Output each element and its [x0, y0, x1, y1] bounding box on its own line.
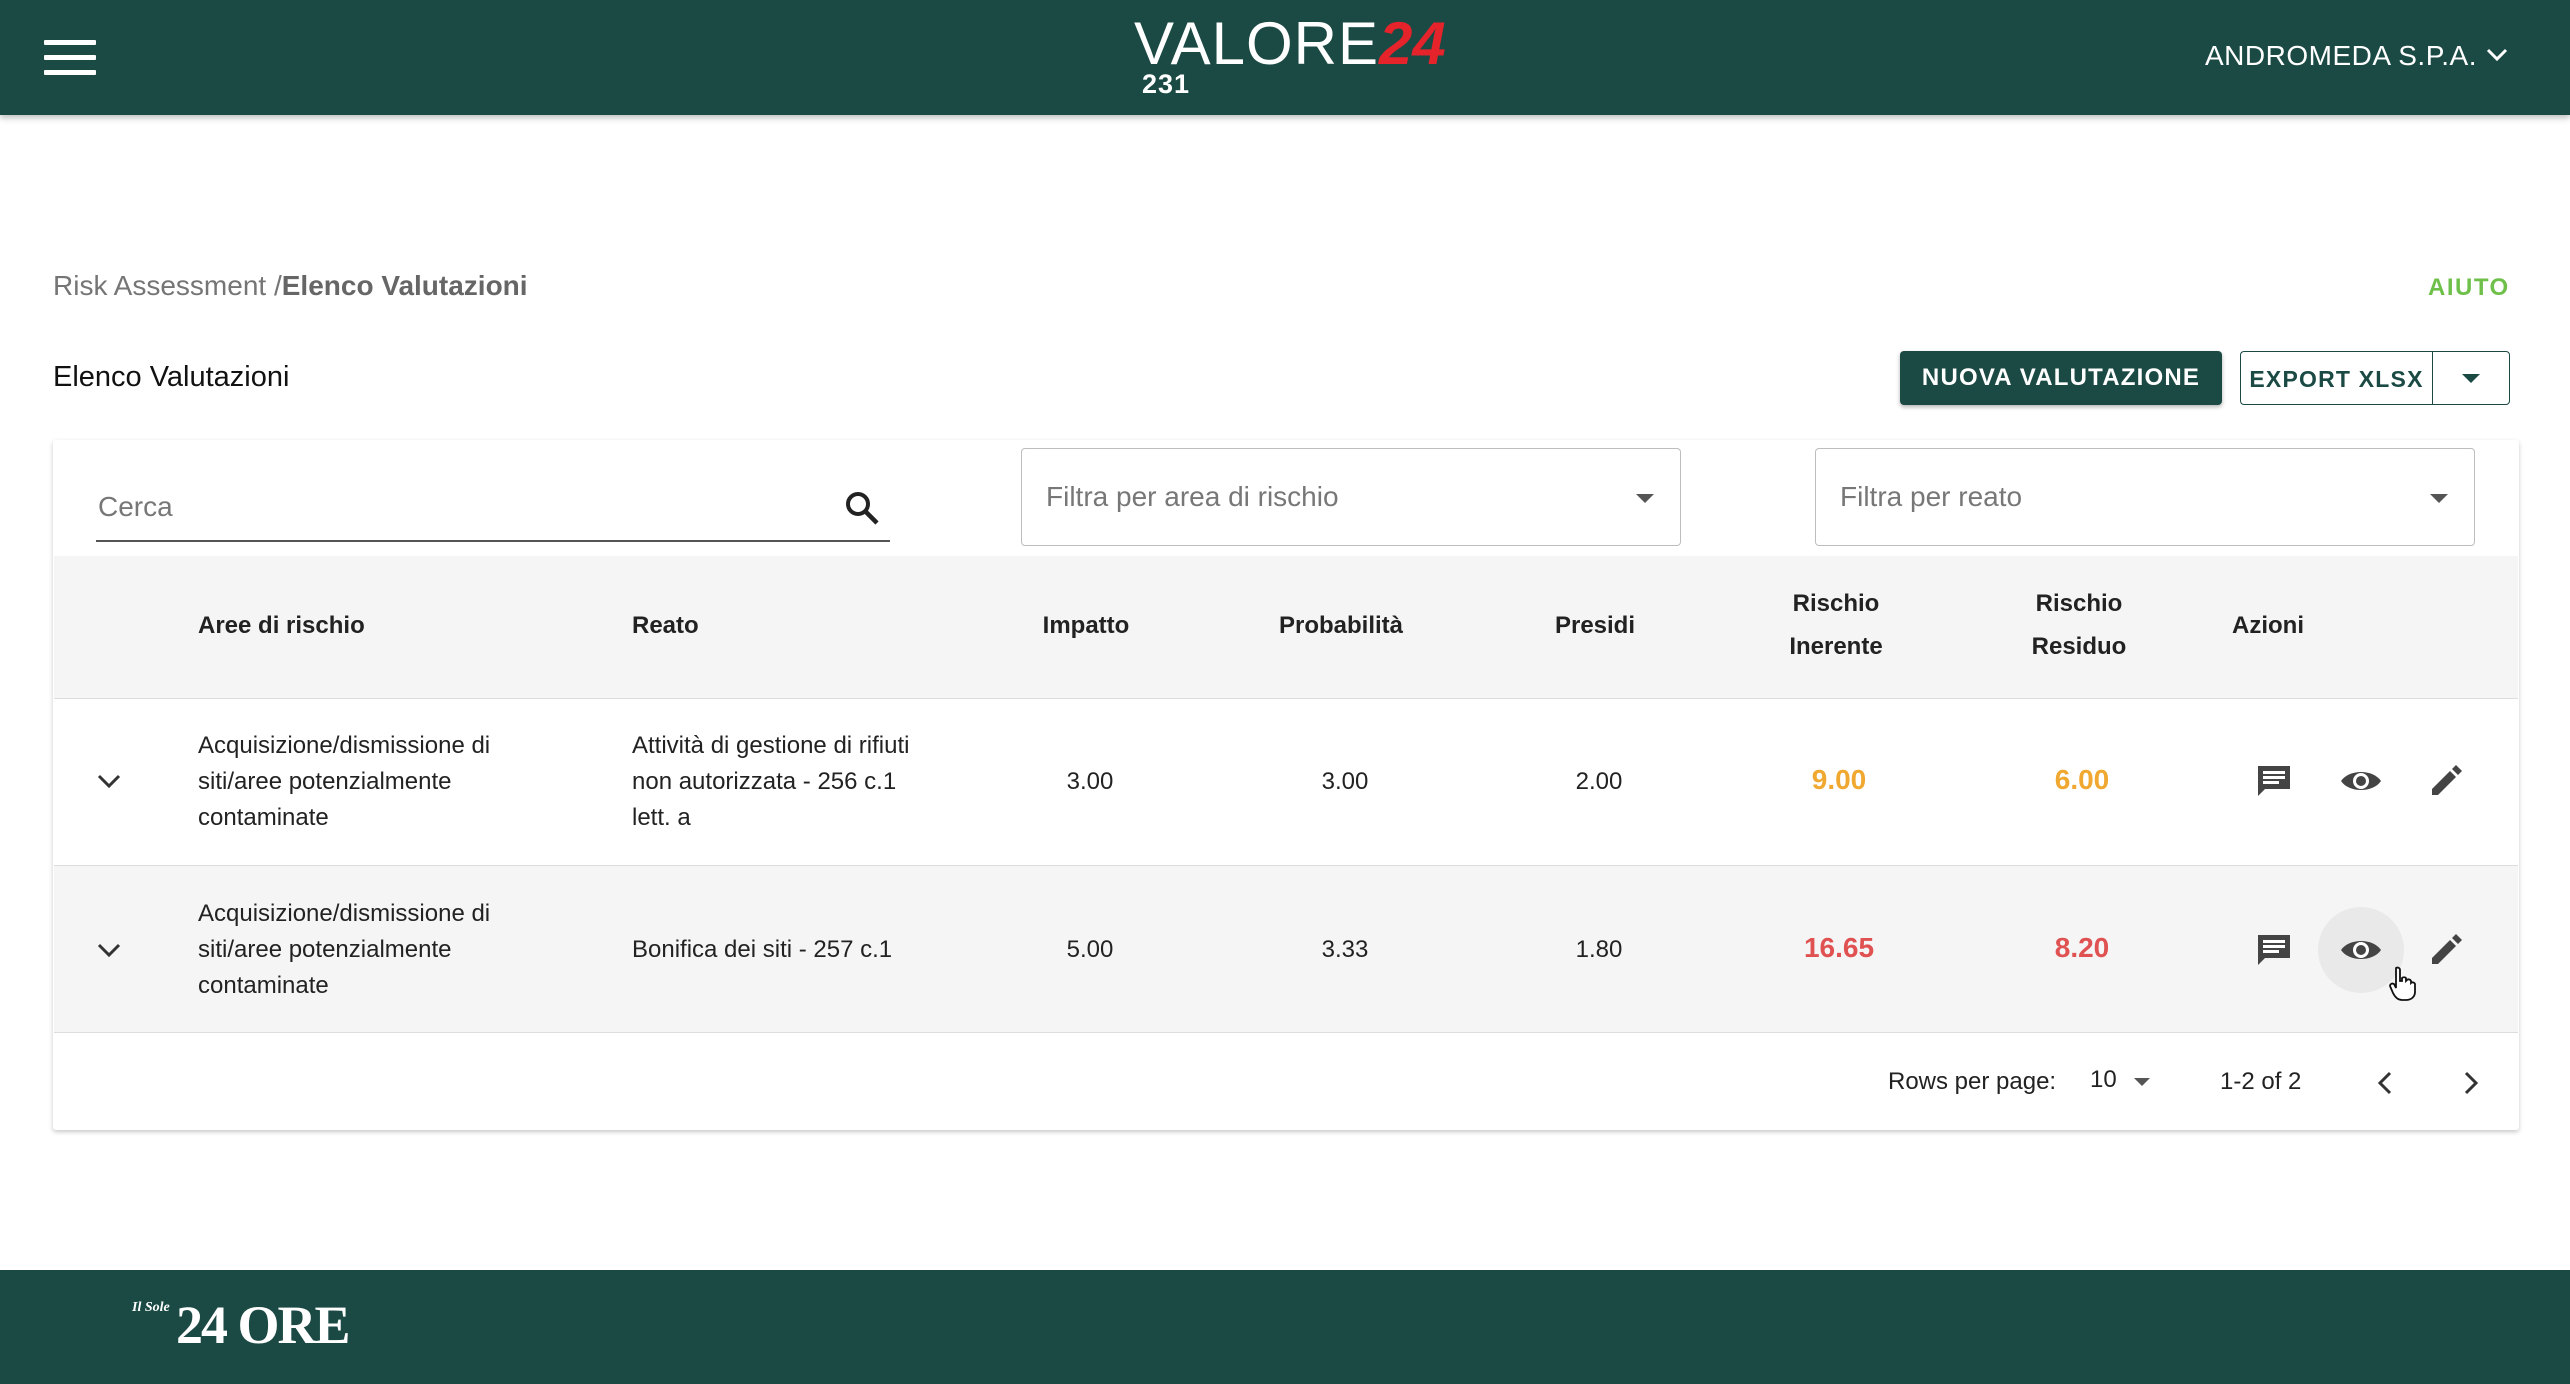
- cell-impatto: 3.00: [1066, 768, 1114, 795]
- logo-subtitle: 231: [1142, 69, 1191, 99]
- cell-area-line: contaminate: [198, 972, 329, 999]
- cell-rischio-inerente: 16.65: [1803, 932, 1875, 963]
- view-icon[interactable]: [2339, 767, 2383, 795]
- caret-down-icon[interactable]: [2132, 1076, 2152, 1088]
- caret-down-icon: [1636, 494, 1654, 503]
- cell-area-line: siti/aree potenzialmente: [198, 768, 452, 795]
- risk-area-filter[interactable]: Filtra per area di rischio: [1021, 448, 1681, 546]
- caret-down-icon: [2462, 374, 2480, 383]
- page-footer: Il Sole 24 ORE: [0, 1270, 2570, 1384]
- column-header-rischio-residuo-line1[interactable]: Rischio: [2009, 590, 2149, 618]
- cell-area: Acquisizione/dismissione di siti/aree po…: [198, 896, 490, 1004]
- caret-down-icon: [2430, 494, 2448, 503]
- rows-per-page-select[interactable]: 10: [2090, 1066, 2117, 1094]
- cell-area-line: Acquisizione/dismissione di: [198, 900, 491, 927]
- hand-pointer-icon: [2389, 966, 2416, 1001]
- top-app-bar: VALORE24 231 ANDROMEDA S.P.A.: [0, 0, 2570, 115]
- edit-icon[interactable]: [2428, 763, 2464, 799]
- expand-row-icon[interactable]: [96, 772, 122, 790]
- menu-icon[interactable]: [44, 40, 96, 76]
- cell-reato-line: Attività di gestione di rifiuti: [632, 732, 910, 759]
- column-header-presidi[interactable]: Presidi: [1525, 612, 1665, 640]
- cell-reato-line: Bonifica dei siti - 257 c.1: [632, 936, 893, 963]
- search-input[interactable]: [96, 486, 800, 528]
- cell-area: Acquisizione/dismissione di siti/aree po…: [198, 728, 490, 836]
- new-evaluation-button[interactable]: NUOVA VALUTAZIONE: [1900, 351, 2222, 405]
- cell-reato-line: non autorizzata - 256 c.1: [632, 768, 897, 795]
- export-xlsx-button[interactable]: EXPORT XLSX: [2240, 351, 2432, 405]
- edit-icon[interactable]: [2428, 932, 2464, 968]
- chevron-right-icon[interactable]: [2462, 1070, 2480, 1096]
- company-name: ANDROMEDA S.P.A.: [2205, 40, 2478, 71]
- logo-text: VALORE: [1134, 10, 1379, 77]
- logo-accent: 24: [1378, 10, 1446, 77]
- column-header-rischio-inerente-line1[interactable]: Rischio: [1766, 590, 1906, 618]
- cell-reato: Attività di gestione di rifiuti non auto…: [632, 728, 909, 836]
- cell-area-line: siti/aree potenzialmente: [198, 936, 452, 963]
- risk-area-filter-placeholder: Filtra per area di rischio: [1046, 481, 1339, 512]
- cell-rischio-residuo: 6.00: [2054, 764, 2110, 795]
- footer-brand-small: Il Sole: [132, 1300, 170, 1315]
- cell-probabilita: 3.33: [1321, 936, 1369, 963]
- cell-probabilita: 3.00: [1321, 768, 1369, 795]
- column-header-rischio-residuo-line2[interactable]: Residuo: [2009, 633, 2149, 661]
- chevron-down-icon: [2486, 48, 2508, 62]
- view-icon[interactable]: [2339, 936, 2383, 964]
- breadcrumb: Risk Assessment /Elenco Valutazioni: [53, 270, 528, 302]
- cell-rischio-inerente: 9.00: [1811, 764, 1867, 795]
- cell-rischio-residuo: 8.20: [2054, 932, 2110, 963]
- comment-icon[interactable]: [2255, 763, 2293, 799]
- expand-row-icon[interactable]: [96, 941, 122, 959]
- cell-presidi: 1.80: [1575, 936, 1623, 963]
- app-logo: VALORE24: [1134, 12, 1446, 76]
- column-header-azioni: Azioni: [2232, 612, 2304, 639]
- export-options-button[interactable]: [2432, 351, 2510, 405]
- cell-area-line: Acquisizione/dismissione di: [198, 732, 491, 759]
- reato-filter-placeholder: Filtra per reato: [1840, 481, 2023, 512]
- cell-presidi: 2.00: [1575, 768, 1623, 795]
- column-header-area[interactable]: Aree di rischio: [198, 612, 365, 640]
- search-icon[interactable]: [844, 490, 880, 526]
- cell-area-line: contaminate: [198, 804, 329, 831]
- cell-reato-line: lett. a: [632, 804, 691, 831]
- cell-impatto: 5.00: [1066, 936, 1114, 963]
- page-title: Elenco Valutazioni: [53, 361, 290, 393]
- comment-icon[interactable]: [2255, 932, 2293, 968]
- search-field[interactable]: [96, 470, 890, 542]
- reato-filter[interactable]: Filtra per reato: [1815, 448, 2475, 546]
- chevron-left-icon[interactable]: [2376, 1070, 2394, 1096]
- footer-brand-big: 24 ORE: [176, 1295, 351, 1355]
- column-header-impatto[interactable]: Impatto: [1016, 612, 1156, 640]
- company-selector[interactable]: ANDROMEDA S.P.A.: [2205, 40, 2508, 72]
- breadcrumb-current: Elenco Valutazioni: [281, 270, 528, 301]
- pagination-range: 1-2 of 2: [2220, 1068, 2302, 1095]
- breadcrumb-parent[interactable]: Risk Assessment /: [53, 270, 282, 301]
- rows-per-page-label: Rows per page:: [1888, 1068, 2057, 1095]
- column-header-probabilita[interactable]: Probabilità: [1271, 612, 1411, 640]
- cell-reato: Bonifica dei siti - 257 c.1: [632, 932, 892, 968]
- column-header-reato[interactable]: Reato: [632, 612, 699, 640]
- column-header-rischio-inerente-line2[interactable]: Inerente: [1766, 633, 1906, 661]
- help-link[interactable]: AIUTO: [2428, 274, 2510, 302]
